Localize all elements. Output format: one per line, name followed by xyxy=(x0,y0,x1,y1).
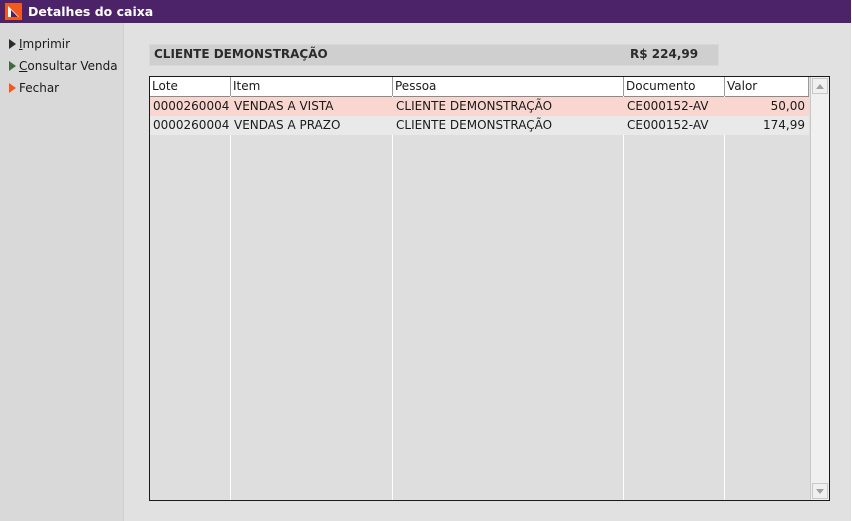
column-header-valor[interactable]: Valor xyxy=(725,77,809,96)
column-header-item[interactable]: Item xyxy=(231,77,393,96)
column-divider xyxy=(623,96,624,500)
column-divider xyxy=(230,96,231,500)
grid-header: Lote Item Pessoa Documento Valor xyxy=(150,77,809,97)
cell-valor: 174,99 xyxy=(763,118,805,132)
cell-item: VENDAS A PRAZO xyxy=(234,118,341,132)
scroll-down-button[interactable] xyxy=(812,483,828,499)
chevron-down-icon xyxy=(816,488,824,494)
sidebar-item-consultar-venda[interactable]: Consultar Venda xyxy=(9,57,118,75)
cell-documento: CE000152-AV xyxy=(627,118,709,132)
caixa-grid[interactable]: Lote Item Pessoa Documento Valor 0000260… xyxy=(149,76,830,501)
caixa-details-window: Detalhes do caixa Imprimir Consultar Ven… xyxy=(0,0,851,521)
cell-valor: 50,00 xyxy=(770,99,805,113)
play-arrow-green-icon xyxy=(9,61,16,71)
sidebar-item-label: Imprimir xyxy=(19,37,71,51)
column-divider xyxy=(392,96,393,500)
sidebar: Imprimir Consultar Venda Fechar xyxy=(0,23,124,521)
window-title: Detalhes do caixa xyxy=(28,4,154,19)
cell-lote: 0000260004 xyxy=(153,118,230,132)
scroll-up-button[interactable] xyxy=(812,78,828,94)
sidebar-item-fechar[interactable]: Fechar xyxy=(9,79,59,97)
client-name: CLIENTE DEMONSTRAÇÃO xyxy=(154,47,328,61)
cell-pessoa: CLIENTE DEMONSTRAÇÃO xyxy=(396,118,553,132)
sidebar-item-label: Fechar xyxy=(19,81,60,95)
table-row[interactable]: 0000260004 VENDAS A PRAZO CLIENTE DEMONS… xyxy=(150,116,809,135)
play-arrow-orange-icon xyxy=(9,83,16,93)
title-bar: Detalhes do caixa xyxy=(0,0,851,23)
column-header-lote[interactable]: Lote xyxy=(150,77,231,96)
cell-documento: CE000152-AV xyxy=(627,99,709,113)
summary-bar: CLIENTE DEMONSTRAÇÃO R$ 224,99 xyxy=(149,44,719,66)
table-row[interactable]: 0000260004 VENDAS A VISTA CLIENTE DEMONS… xyxy=(150,97,809,116)
cell-item: VENDAS A VISTA xyxy=(234,99,334,113)
column-header-documento[interactable]: Documento xyxy=(624,77,725,96)
cell-lote: 0000260004 xyxy=(153,99,230,113)
chevron-up-icon xyxy=(816,83,824,89)
sidebar-item-label: Consultar Venda xyxy=(19,59,118,73)
column-header-pessoa[interactable]: Pessoa xyxy=(393,77,624,96)
total-amount: R$ 224,99 xyxy=(630,47,699,61)
app-logo-icon xyxy=(5,3,22,20)
column-divider xyxy=(724,96,725,500)
cell-pessoa: CLIENTE DEMONSTRAÇÃO xyxy=(396,99,553,113)
vertical-scrollbar[interactable] xyxy=(810,77,829,500)
sidebar-item-imprimir[interactable]: Imprimir xyxy=(9,35,70,53)
play-arrow-dark-icon xyxy=(9,39,16,49)
